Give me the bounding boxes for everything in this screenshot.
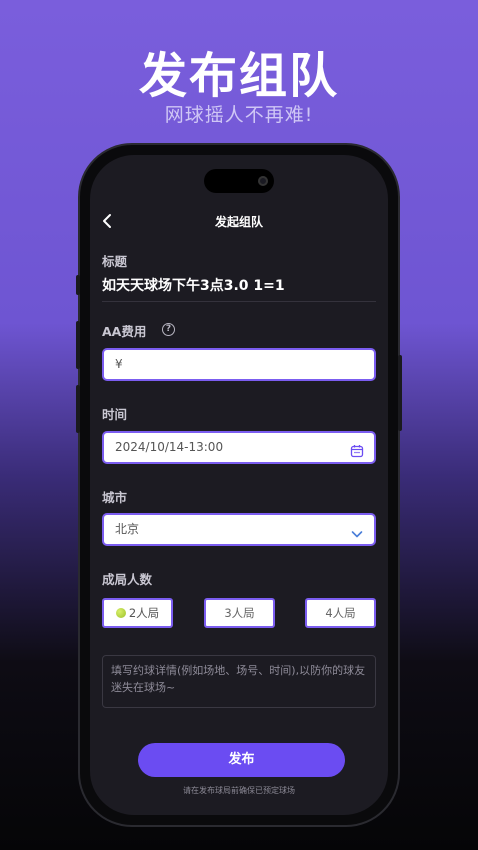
players-option-label: 4人局 (325, 606, 356, 620)
time-label: 时间 (102, 407, 128, 422)
fee-value: ¥ (115, 357, 123, 371)
city-value: 北京 (115, 522, 140, 536)
title-input[interactable]: 如天天球场下午3点3.0 1=1 (102, 275, 285, 295)
app-screen: 发起组队 标题 如天天球场下午3点3.0 1=1 AA费用 ? ¥ 时间 202… (90, 155, 388, 815)
publish-footnote: 请在发布球局前确保已预定球场 (183, 786, 295, 795)
publish-button[interactable]: 发布 (138, 743, 345, 777)
players-option-3[interactable]: 3人局 (204, 598, 275, 628)
fee-input[interactable]: ¥ (102, 348, 376, 381)
time-input[interactable]: 2024/10/14-13:00 (102, 431, 376, 464)
details-textarea[interactable]: 填写约球详情(例如场地、场号、时间),以防你的球友迷失在球场~ (102, 655, 376, 708)
power-button (398, 355, 402, 431)
players-option-4[interactable]: 4人局 (305, 598, 376, 628)
page-title: 发起组队 (214, 215, 263, 229)
chevron-down-icon (350, 523, 364, 538)
city-select[interactable]: 北京 (102, 513, 376, 546)
time-value: 2024/10/14-13:00 (115, 440, 224, 454)
help-icon[interactable]: ? (162, 323, 175, 336)
mute-switch (76, 275, 80, 295)
title-label: 标题 (102, 254, 128, 269)
calendar-icon[interactable] (350, 440, 364, 458)
volume-up-button (76, 321, 80, 369)
title-divider (102, 301, 376, 302)
hero-subtitle: 网球摇人不再难! (164, 104, 314, 126)
dynamic-island (204, 169, 274, 193)
tennis-ball-icon (115, 608, 126, 618)
players-option-label: 3人局 (224, 606, 255, 620)
players-option-label: 2人局 (128, 606, 160, 620)
players-label: 成局人数 (102, 572, 153, 587)
phone-frame: 发起组队 标题 如天天球场下午3点3.0 1=1 AA费用 ? ¥ 时间 202… (76, 145, 402, 825)
hero-title: 发布组队 (138, 48, 339, 104)
fee-label: AA费用 (102, 324, 147, 339)
volume-down-button (76, 385, 80, 433)
city-label: 城市 (102, 490, 128, 505)
players-option-2[interactable]: 2人局 (102, 598, 173, 628)
camera-icon (258, 176, 268, 186)
